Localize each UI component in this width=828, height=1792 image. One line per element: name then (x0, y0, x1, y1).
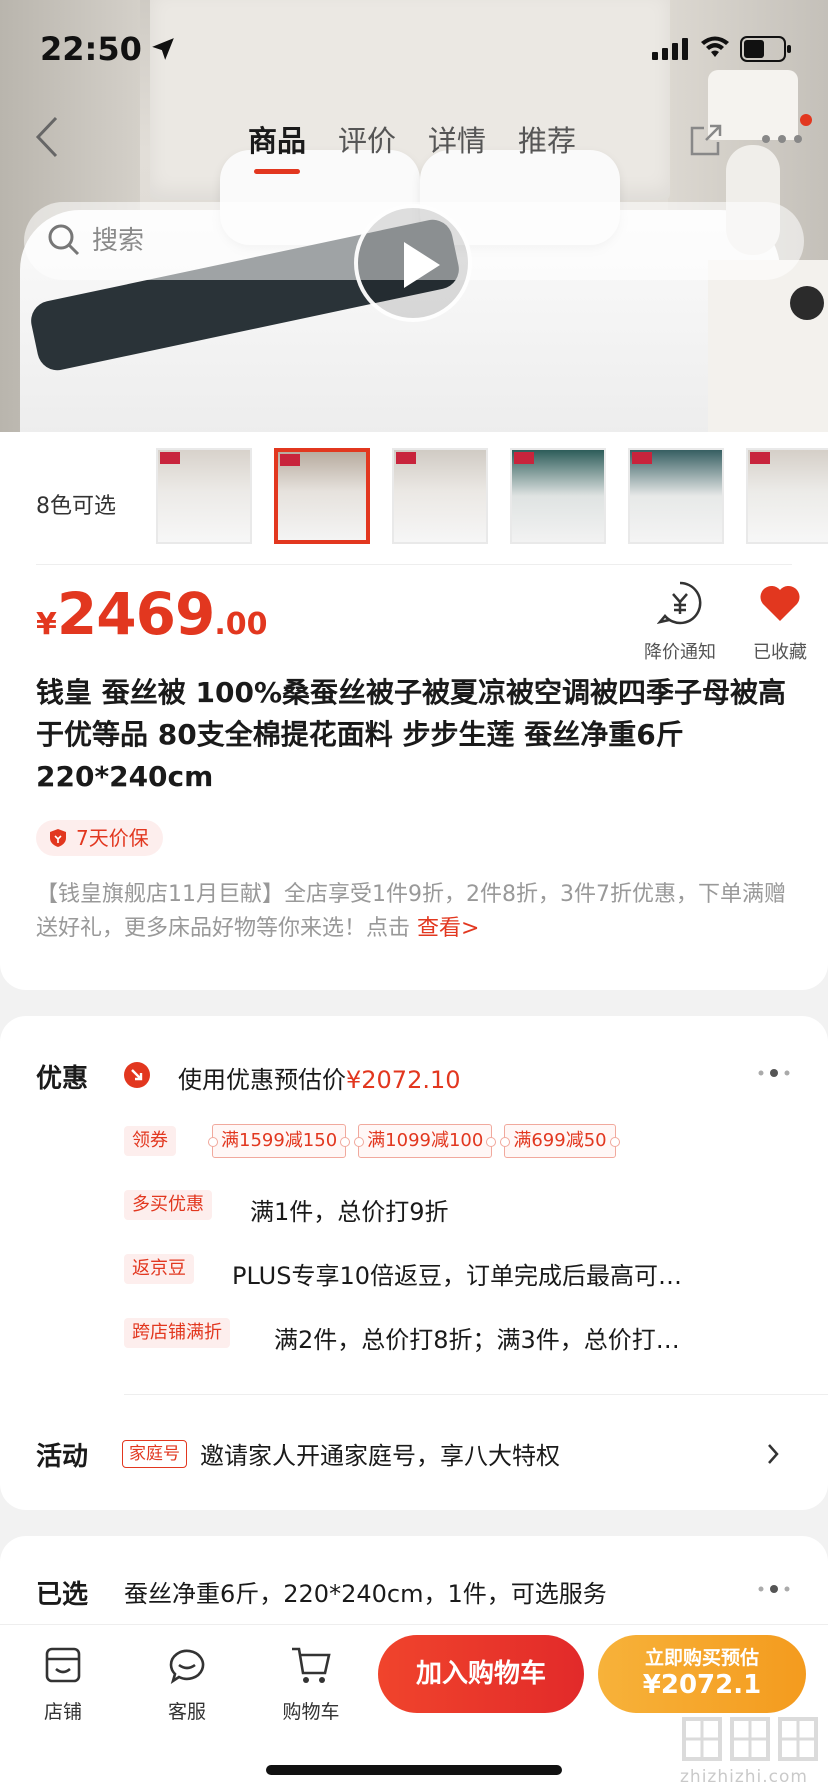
add-to-cart-button[interactable]: 加入购物车 (378, 1635, 584, 1713)
watermark: zhizhizhi.com (680, 1713, 820, 1789)
product-title: 钱皇 蚕丝被 100%桑蚕丝被子被夏凉被空调被四季子母被高于优等品 80支全棉提… (36, 676, 787, 793)
price-guarantee-badge[interactable]: 7天价保 (36, 820, 163, 856)
shield-icon (50, 829, 66, 847)
favorite-label: 已收藏 (753, 642, 807, 663)
tab-details[interactable]: 详情 (428, 118, 486, 160)
variants-label: 8色可选 (36, 494, 116, 519)
variant-thumbnail[interactable] (392, 448, 488, 544)
promo-view-link[interactable]: 查看> (417, 916, 479, 941)
multi-buy-tag: 多买优惠 (124, 1190, 212, 1220)
buy-now-button[interactable]: 立即购买预估 ¥2072.1 (598, 1635, 806, 1713)
coupon[interactable]: 满699减50 (500, 1124, 620, 1158)
share-icon[interactable] (686, 120, 726, 160)
jd-bean-text[interactable]: PLUS专享10倍返豆，订单完成后最高可… (232, 1256, 682, 1291)
watermark-url: zhizhizhi.com (680, 1767, 808, 1787)
tab-reviews[interactable]: 评价 (338, 118, 396, 160)
price-decimal: .00 (214, 607, 268, 642)
variant-thumbnail[interactable] (510, 448, 606, 544)
variant-thumbnails (156, 448, 828, 544)
guarantee-label: 7天价保 (76, 826, 149, 850)
price-integer: 2469 (56, 580, 215, 648)
estimate-price: ¥2072.10 (346, 1066, 461, 1094)
estimate-text: 使用优惠预估价 (178, 1066, 346, 1094)
notification-dot (800, 114, 812, 126)
offer-estimate[interactable]: 使用优惠预估价¥2072.10 (178, 1060, 461, 1095)
activity-text[interactable]: 邀请家人开通家庭号，享八大特权 (200, 1436, 560, 1471)
cross-store-text[interactable]: 满2件，总价打8折；满3件，总价打… (274, 1320, 680, 1355)
promo-text: 【钱皇旗舰店11月巨献】全店享受1件9折，2件8折，3件7折优惠，下单满赠送好礼… (36, 882, 786, 941)
price-drop-notify-button[interactable]: 降价通知 (640, 580, 720, 664)
play-icon (404, 242, 440, 288)
price-drop-icon (656, 581, 702, 625)
family-account-tag: 家庭号 (122, 1440, 187, 1468)
price: ¥2469.00 (36, 580, 267, 648)
variant-thumbnail[interactable] (628, 448, 724, 544)
tab-goods[interactable]: 商品 (248, 118, 306, 174)
multi-buy-text[interactable]: 满1件，总价打9折 (250, 1192, 449, 1227)
coupon-tag: 领券 (124, 1126, 176, 1156)
signal-icon (652, 38, 688, 60)
buy-now-price: ¥2072.1 (642, 1670, 762, 1700)
video-play-button[interactable] (354, 204, 472, 322)
activity-label: 活动 (36, 1442, 89, 1472)
home-indicator (266, 1765, 562, 1775)
hero-knob (790, 286, 824, 320)
jd-bean-tag: 返京豆 (124, 1254, 194, 1284)
price-symbol: ¥ (36, 607, 57, 642)
store-label: 店铺 (43, 1701, 82, 1723)
store-icon (45, 1647, 81, 1683)
coupon[interactable]: 满1599减150 (207, 1124, 351, 1158)
favorite-button[interactable]: 已收藏 (740, 580, 820, 664)
chevron-right-icon[interactable] (766, 1442, 780, 1466)
cart-label: 购物车 (282, 1701, 340, 1723)
offers-label: 优惠 (36, 1064, 89, 1094)
offers-card: 优惠 使用优惠预估价¥2072.10 领券 满1599减150 满1099减10… (0, 1016, 828, 1510)
discount-arrow-icon (124, 1062, 150, 1088)
divider (124, 1394, 828, 1395)
more-dots-icon[interactable] (756, 1068, 792, 1078)
selected-text: 蚕丝净重6斤，220*240cm，1件，可选服务 (124, 1580, 607, 1608)
cart-button[interactable]: 购物车 (266, 1643, 356, 1724)
location-arrow-icon (152, 38, 174, 60)
product-tabs: 商品 评价 详情 推荐 (248, 118, 576, 174)
customer-service-label: 客服 (167, 1701, 206, 1723)
divider (36, 564, 792, 565)
product-card: 8色可选 ¥2469.00 降价通知 已收藏 钱皇 蚕丝被 100%桑蚕丝被子被… (0, 432, 828, 990)
coupon[interactable]: 满1099减100 (354, 1124, 497, 1158)
more-dots-icon[interactable] (756, 1584, 792, 1594)
selected-label: 已选 (36, 1580, 89, 1610)
search-icon (48, 224, 80, 256)
status-time: 22:50 (40, 30, 142, 68)
variant-thumbnail[interactable] (746, 448, 828, 544)
coupon-list: 满1599减150 满1099减100 满699减50 (207, 1124, 620, 1158)
cross-store-tag: 跨店铺满折 (124, 1318, 230, 1348)
tab-recommend[interactable]: 推荐 (518, 118, 576, 160)
watermark-logo (682, 1717, 818, 1761)
store-button[interactable]: 店铺 (18, 1643, 108, 1724)
status-bar: 22:50 (0, 0, 828, 96)
bottom-action-bar: 店铺 客服 购物车 加入购物车 立即购买预估 ¥2072.1 zhizhizhi… (0, 1624, 828, 1792)
variant-thumbnail-selected[interactable] (274, 448, 370, 544)
wifi-icon (701, 36, 729, 57)
battery-icon (740, 36, 791, 62)
more-icon[interactable] (760, 132, 804, 146)
buy-now-label: 立即购买预估 (644, 1647, 759, 1669)
notify-label: 降价通知 (644, 642, 716, 663)
chat-icon (169, 1649, 205, 1685)
cart-icon (292, 1647, 331, 1683)
back-arrow-icon[interactable] (30, 112, 66, 162)
variant-thumbnail[interactable] (156, 448, 252, 544)
customer-service-button[interactable]: 客服 (142, 1643, 232, 1724)
heart-icon (760, 585, 800, 621)
store-promo: 【钱皇旗舰店11月巨献】全店享受1件9折，2件8折，3件7折优惠，下单满赠送好礼… (36, 878, 796, 946)
